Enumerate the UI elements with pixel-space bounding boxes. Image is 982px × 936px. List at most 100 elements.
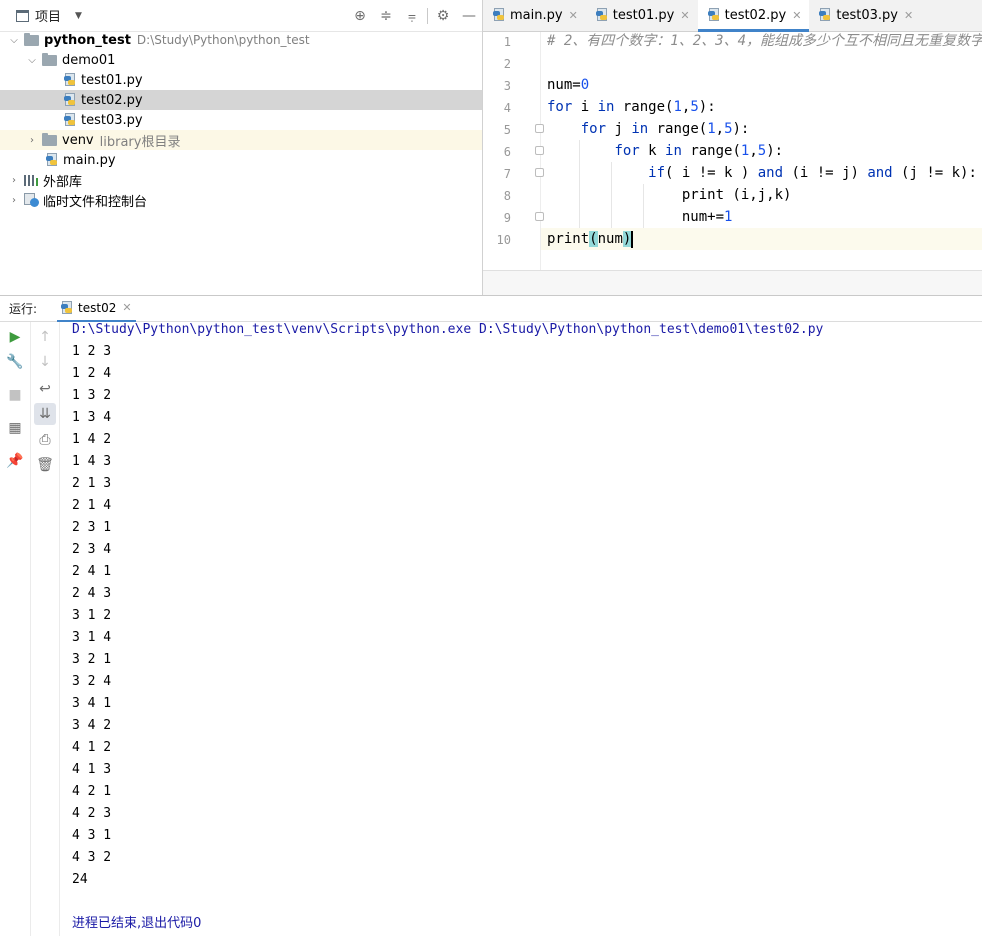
run-toolbar-primary: ▶ 🔧 ■ ▦ 📌 [0, 322, 31, 936]
tree-item-demo01[interactable]: ⌵ demo01 [0, 50, 482, 70]
console-output-line: 1 2 4 [72, 366, 112, 381]
console-output-line: 3 4 1 [72, 696, 112, 711]
tree-item-path: D:\Study\Python\python_test [136, 33, 310, 47]
console-output-line: 4 1 2 [72, 740, 112, 755]
code-line-8: print (i,j,k) [547, 187, 792, 203]
close-icon[interactable]: ✕ [904, 9, 913, 22]
tree-item-external-libraries[interactable]: › 外部库 [0, 170, 482, 190]
tab-test01-py[interactable]: test01.py ✕ [586, 0, 698, 31]
print-icon[interactable]: ⎙ [34, 429, 56, 451]
pin-icon[interactable]: 📌 [4, 450, 26, 472]
python-file-icon [819, 8, 832, 22]
line-number: 8 [503, 189, 511, 203]
run-console-output[interactable]: D:\Study\Python\python_test\venv\Scripts… [60, 322, 982, 936]
console-output-line: 3 1 2 [72, 608, 112, 623]
console-output-line: 24 [72, 872, 88, 887]
close-icon[interactable]: ✕ [792, 9, 801, 22]
tree-item-test02[interactable]: test02.py [0, 90, 482, 110]
folder-icon [42, 132, 57, 146]
tab-label: test02.py [724, 7, 787, 23]
scroll-to-end-icon[interactable]: ⇊ [34, 403, 56, 425]
tab-label: test01.py [612, 7, 675, 23]
project-view-title[interactable]: 项目 [35, 6, 61, 25]
python-file-icon [46, 153, 59, 167]
rerun-icon[interactable]: ▶ [4, 326, 26, 348]
hide-panel-icon[interactable]: — [456, 4, 482, 28]
tab-label: test03.py [836, 7, 898, 23]
python-file-icon [493, 8, 506, 22]
code-area[interactable]: # 2、有四个数字：1、2、3、4，能组成多少个互不相同且无重复数字的三位数？各… [541, 32, 982, 270]
stop-icon[interactable]: ■ [4, 384, 26, 406]
code-line-10: print(num) [547, 230, 634, 248]
chevron-right-icon[interactable]: › [8, 175, 20, 186]
console-output-line: 4 1 3 [72, 762, 112, 777]
console-exit-message: 进程已结束,退出代码0 [72, 916, 202, 931]
trash-icon[interactable]: 🗑 [34, 454, 56, 476]
python-file-icon [64, 93, 77, 107]
tree-item-label: test02.py [81, 92, 143, 108]
code-line-6: for k in range(1,5): [614, 143, 784, 159]
tree-item-test01[interactable]: test01.py [0, 70, 482, 90]
python-file-icon [61, 300, 74, 315]
python-file-icon [595, 8, 609, 22]
project-header-actions: ⊕ ≑ ⩦ ⚙ — [347, 0, 482, 32]
code-comment: # 2、有四个数字：1、2、3、4，能组成多少个互不相同且无重复数字的三位数？各… [547, 33, 982, 49]
console-output-line: 2 1 4 [72, 498, 112, 513]
console-output-line: 1 2 3 [72, 344, 112, 359]
chevron-down-icon[interactable]: ⌵ [8, 35, 20, 46]
code-line-5: for j in range(1,5): [580, 121, 750, 137]
project-tool-window: 项目 ▼ ⊕ ≑ ⩦ ⚙ — ⌵ python_test D:\Study\Py… [0, 0, 483, 295]
console-output-line: 4 3 2 [72, 850, 112, 865]
locate-file-icon[interactable]: ⊕ [347, 4, 373, 28]
console-output-line: 2 3 4 [72, 542, 112, 557]
arrow-down-icon[interactable]: ↓ [34, 351, 56, 373]
tree-item-test03[interactable]: test03.py [0, 110, 482, 130]
line-number: 7 [503, 167, 511, 181]
console-output-line: 1 4 2 [72, 432, 112, 447]
close-icon[interactable]: ✕ [122, 301, 131, 314]
tree-item-venv[interactable]: › venv library根目录 [0, 130, 482, 150]
tree-item-label: venv [62, 132, 94, 148]
run-tab-label: test02 [78, 300, 117, 315]
chevron-right-icon[interactable]: › [26, 135, 38, 146]
python-file-icon [707, 8, 721, 22]
chevron-right-icon[interactable]: › [8, 195, 20, 206]
close-icon[interactable]: ✕ [569, 9, 578, 22]
editor-tab-bar: main.py ✕ test01.py ✕ test02.py ✕ test03… [483, 0, 982, 32]
console-output-line: 3 2 4 [72, 674, 112, 689]
line-number-gutter[interactable]: 1 2 3 4 5 6 7 8 9 10 [483, 32, 544, 270]
line-number: 1 [503, 35, 511, 49]
chevron-down-icon[interactable]: ▼ [75, 11, 82, 21]
python-file-icon [64, 113, 77, 127]
run-tab-test02[interactable]: test02 ✕ [57, 296, 136, 322]
tree-item-label: test01.py [81, 72, 143, 88]
tab-test03-py[interactable]: test03.py ✕ [809, 0, 921, 31]
console-output-line: 1 3 4 [72, 410, 112, 425]
line-number: 6 [503, 145, 511, 159]
tab-test02-py[interactable]: test02.py ✕ [697, 0, 810, 32]
chevron-down-icon[interactable]: ⌵ [26, 55, 38, 66]
tree-item-label: main.py [63, 152, 116, 168]
console-command: D:\Study\Python\python_test\venv\Scripts… [72, 322, 824, 337]
close-icon[interactable]: ✕ [680, 9, 689, 22]
code-line-9: num+=1 [547, 209, 733, 225]
line-number: 5 [503, 123, 511, 137]
gear-icon[interactable]: ⚙ [430, 4, 456, 28]
arrow-up-icon[interactable]: ↑ [34, 326, 56, 348]
console-output-line: 2 4 1 [72, 564, 112, 579]
tab-main-py[interactable]: main.py ✕ [483, 0, 586, 31]
tree-item-main[interactable]: main.py [0, 150, 482, 170]
console-output-line: 1 4 3 [72, 454, 112, 469]
layout-icon[interactable]: ▦ [4, 417, 26, 439]
tree-item-label: demo01 [62, 52, 116, 68]
tree-item-label: python_test [44, 32, 131, 48]
tree-item-python-test[interactable]: ⌵ python_test D:\Study\Python\python_tes… [0, 30, 482, 50]
expand-all-icon[interactable]: ≑ [373, 4, 399, 28]
tree-item-scratches[interactable]: › 临时文件和控制台 [0, 190, 482, 210]
wrench-icon[interactable]: 🔧 [4, 351, 26, 373]
collapse-all-icon[interactable]: ⩦ [399, 4, 425, 28]
run-tool-window-header: 运行: test02 ✕ [0, 295, 982, 322]
project-header: 项目 ▼ ⊕ ≑ ⩦ ⚙ — [0, 0, 482, 32]
text-caret [631, 230, 634, 248]
soft-wrap-icon[interactable]: ↩ [34, 378, 56, 400]
